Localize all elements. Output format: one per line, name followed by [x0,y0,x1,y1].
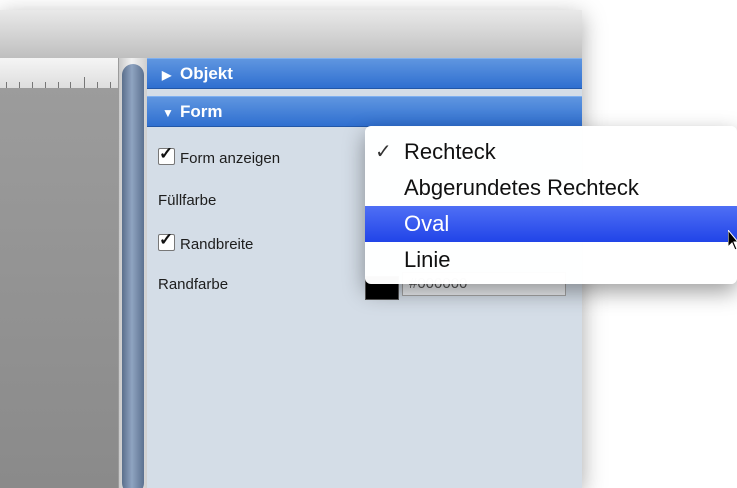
scrollbar-thumb[interactable] [122,64,144,488]
border-width-checkbox[interactable]: ✓ [158,230,175,251]
menu-item-oval[interactable]: Oval [365,206,737,242]
section-header-objekt[interactable]: ▶ Objekt [147,58,582,89]
disclosure-down-icon: ▼ [162,106,174,120]
menu-item-label: Abgerundetes Rechteck [404,175,639,200]
border-color-label: Randfarbe [158,276,229,293]
checkmark-icon: ✓ [159,230,174,249]
checkmark-icon: ✓ [159,144,174,163]
mouse-pointer-icon [728,230,737,251]
menu-item-linie[interactable]: Linie [365,242,737,278]
border-color-row: Randfarbe [158,276,228,293]
menu-item-label: Linie [404,247,451,272]
section-label-form: Form [180,102,223,121]
vertical-scrollbar[interactable] [118,58,147,488]
section-header-form[interactable]: ▼ Form [147,96,582,127]
menu-item-label: Rechteck [404,139,496,164]
horizontal-ruler [0,58,118,89]
checkmark-icon: ✓ [375,141,392,163]
show-shape-row: ✓ Form anzeigen [158,144,281,167]
shape-popup-menu: ✓ Rechteck Abgerundetes Rechteck Oval Li… [365,126,737,284]
canvas-area[interactable] [0,58,120,488]
menu-item-label: Oval [404,211,450,236]
show-shape-label: Form anzeigen [180,150,281,167]
fill-color-row: Füllfarbe [158,192,216,209]
border-width-label: Randbreite [180,236,254,253]
disclosure-right-icon: ▶ [162,68,172,82]
menu-item-rechteck[interactable]: ✓ Rechteck [365,134,737,170]
window-titlebar[interactable] [0,10,582,59]
fill-color-label: Füllfarbe [158,192,217,209]
border-width-row: ✓ Randbreite [158,230,254,253]
section-label-objekt: Objekt [180,64,233,83]
menu-item-abgerundetes-rechteck[interactable]: Abgerundetes Rechteck [365,170,737,206]
show-shape-checkbox[interactable]: ✓ [158,144,175,165]
